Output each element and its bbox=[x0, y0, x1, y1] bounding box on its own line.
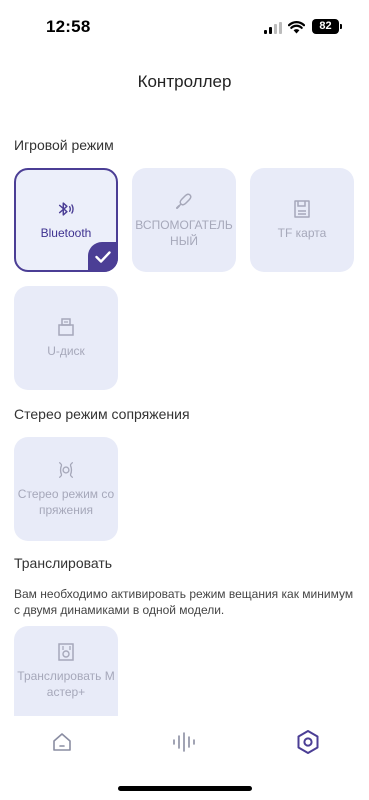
bottom-nav bbox=[0, 720, 369, 764]
speaker-icon bbox=[56, 642, 76, 662]
status-bar: 12:58 82 bbox=[0, 0, 369, 50]
tile-stereo-pair[interactable]: Стерео режим сопряжения bbox=[14, 437, 118, 541]
battery-tip bbox=[340, 24, 342, 29]
tile-aux[interactable]: ВСПОМОГАТЕЛЬНЫЙ bbox=[132, 168, 236, 272]
home-icon bbox=[53, 733, 71, 751]
section-title-stereo: Стерео режим сопряжения bbox=[14, 406, 190, 422]
sd-card-icon bbox=[292, 199, 312, 219]
bluetooth-icon bbox=[56, 199, 76, 219]
tile-broadcast-master[interactable]: Транслировать Мастер+ bbox=[14, 626, 118, 716]
tile-u-disk[interactable]: U-диск bbox=[14, 286, 118, 390]
section-title-broadcast: Транслировать bbox=[14, 555, 113, 571]
home-indicator bbox=[118, 786, 252, 791]
hexagon-settings-icon bbox=[297, 730, 319, 754]
selected-check-icon bbox=[88, 242, 118, 272]
status-time: 12:58 bbox=[46, 17, 91, 36]
nav-equalizer[interactable] bbox=[170, 728, 198, 756]
nav-home[interactable] bbox=[48, 728, 76, 756]
tile-label: Стерео режим сопряжения bbox=[17, 487, 115, 517]
battery-indicator: 82 bbox=[312, 19, 339, 34]
broadcast-note: Вам необходимо активировать режим вещани… bbox=[14, 587, 354, 617]
stereo-pair-icon bbox=[56, 460, 76, 480]
section-title-game-mode: Игровой режим bbox=[14, 137, 114, 153]
tile-label: Транслировать Мастер+ bbox=[17, 669, 115, 699]
page-title: Контроллер bbox=[137, 72, 232, 91]
equalizer-icon bbox=[173, 732, 195, 752]
nav-controller[interactable] bbox=[294, 728, 322, 756]
tile-bluetooth[interactable]: Bluetooth bbox=[14, 168, 118, 272]
cellular-signal-icon bbox=[264, 22, 282, 34]
tile-tf-card[interactable]: TF карта bbox=[250, 168, 354, 272]
tile-label: Bluetooth bbox=[40, 226, 92, 240]
tile-label: ВСПОМОГАТЕЛЬНЫЙ bbox=[135, 218, 233, 248]
tile-label: TF карта bbox=[277, 226, 327, 240]
wifi-icon bbox=[287, 20, 306, 34]
tile-label: U-диск bbox=[47, 344, 85, 358]
usb-drive-icon bbox=[56, 317, 76, 337]
aux-cable-icon bbox=[174, 191, 194, 211]
